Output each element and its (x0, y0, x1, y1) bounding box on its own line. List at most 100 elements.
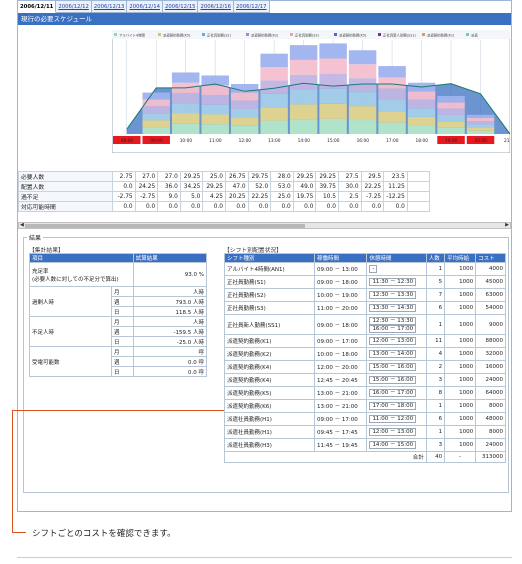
staff-band (407, 99, 436, 109)
staffing-chart-svg: アルバイト4時間 派遣契約勤務(K5) 正社員勤務(S2) 派遣契約勤務(K2) 正社員… (112, 30, 510, 153)
shift-name: 派遣契約勤務(K2) (224, 347, 315, 361)
x-tick-label: 17:00 (386, 138, 399, 144)
break-time-box[interactable]: 13:30 － 14:30 (369, 304, 417, 312)
staff-count: 8 (425, 386, 446, 400)
staff-band (230, 109, 259, 118)
break-hours: 13:30 － 14:30 (366, 301, 427, 315)
excess-value: 人時 (132, 286, 208, 297)
break-time-box[interactable]: 12:30 － 13:30 (369, 291, 417, 299)
work-hours: 09:00 － 18:00 (313, 275, 368, 289)
staff-band (289, 104, 318, 120)
summary-cell: 0.0 (179, 201, 204, 212)
break-time-box[interactable]: 12:00 － 13:00 (369, 428, 417, 436)
summary-cell: 29.25 (202, 181, 226, 192)
work-hours: 10:00 － 19:00 (313, 288, 368, 302)
staff-band (230, 125, 259, 134)
tab-date[interactable]: 2006/12/13 (91, 1, 128, 13)
staff-band (466, 114, 495, 118)
staff-count: 7 (425, 288, 446, 302)
break-time-box[interactable]: 11:30 － 12:30 (369, 278, 417, 286)
break-time-box[interactable]: 12:30 － 13:30 (369, 316, 417, 325)
work-hours: 09:00 － 17:00 (313, 334, 368, 348)
cost-value: 63000 (475, 288, 506, 302)
shift-row: 派遣契約勤務(K1) 09:00 － 17:00 12:00 － 13:00 11 10… (224, 334, 506, 348)
summary-cell: 27.0 (134, 171, 159, 182)
break-time-box[interactable]: - (369, 265, 378, 273)
shift-name: 正社員勤務(S2) (224, 288, 315, 302)
cost-value: 88000 (475, 334, 506, 348)
staff-band (201, 104, 229, 115)
break-time-box[interactable]: 16:00 － 17:00 (369, 389, 417, 397)
staff-count: 11 (425, 334, 446, 348)
shift-total-row: 合計 40-313000 (224, 451, 506, 463)
break-hours: 16:00 － 17:00 (366, 386, 427, 400)
summary-cell: 29.25 (292, 171, 317, 182)
summary-cell: -2.75 (112, 191, 136, 202)
staff-band (466, 130, 495, 134)
callout-line-vertical (12, 410, 13, 532)
excess-row: 過剰人時月人時 (29, 286, 208, 317)
legend-entry: 派遣契約勤務(K1) (427, 33, 455, 38)
scroll-right-icon[interactable]: ▶ (505, 222, 509, 228)
staff-band (201, 114, 229, 125)
work-hours: 13:00 － 21:00 (313, 399, 368, 413)
break-time-box[interactable]: 17:00 － 18:00 (369, 402, 417, 410)
break-time-box[interactable]: 12:00 － 13:00 (369, 337, 417, 345)
calc-header-item: 項目 (29, 253, 134, 263)
tab-date[interactable]: 2006/12/14 (127, 1, 163, 13)
staff-band (466, 124, 495, 128)
summary-cell: 47.0 (224, 181, 249, 192)
staff-band (348, 120, 377, 134)
break-hours: - (366, 262, 427, 276)
callout-line-end (12, 532, 26, 533)
shift-name: 派遣契約勤務(K4) (224, 360, 315, 374)
staff-band (142, 127, 170, 134)
break-time-box[interactable]: 15:00 － 16:00 (369, 363, 417, 371)
shortage-row: 不足人時月人時 (29, 316, 208, 347)
summary-row: 配置人数 0.0 24.25 36.0 34.25 29.25 47.0 52.0 53.0 49… (18, 181, 431, 192)
shift-header-row: シフト種別 稼働時間 休憩時間 人数 平均時給 コスト (224, 253, 506, 263)
shortage-value: -159.5 人時 (132, 326, 208, 337)
break-time-box[interactable]: 15:00 － 16:00 (369, 376, 417, 384)
summary-cell: -12.25 (383, 191, 408, 202)
period-cell: 月 (111, 286, 134, 297)
avg-wage: 1000 (444, 412, 477, 426)
shift-row: 正社員勤務(S2) 10:00 － 19:00 12:30 － 13:30 7 1000… (224, 288, 506, 302)
summary-cell: 2.75 (112, 171, 136, 182)
scroll-left-icon[interactable]: ◀ (20, 222, 24, 228)
summary-cell: -2.75 (134, 191, 159, 202)
summary-cell: 29.25 (315, 171, 339, 182)
staff-band (289, 45, 318, 60)
x-tick-label: 20:00 (475, 138, 488, 144)
break-time-box[interactable]: 11:00 － 12:00 (369, 415, 417, 423)
total-count: 40 (425, 451, 446, 463)
legend-entry: 派遣 (471, 33, 478, 38)
staff-band (142, 106, 170, 114)
staff-band (348, 92, 377, 107)
x-tick-label: 19:00 (445, 138, 458, 144)
tab-date[interactable]: 2006/12/15 (162, 1, 199, 13)
period-cell: 週 (111, 356, 134, 367)
tab-date[interactable]: 2006/12/12 (56, 1, 92, 13)
break-time-box[interactable]: 14:00 － 15:00 (369, 441, 417, 449)
break-time-box[interactable]: 13:00 － 14:00 (369, 350, 417, 358)
tab-date[interactable]: 2006/12/17 (234, 1, 270, 13)
staff-band (201, 94, 229, 105)
x-tick-label: 21:00 (504, 138, 510, 144)
x-tick-label: 12:00 (239, 138, 252, 144)
staff-band (466, 117, 495, 122)
staff-band (437, 127, 465, 134)
summary-cell: 0.0 (112, 181, 136, 192)
break-time-box[interactable]: 16:00 － 17:00 (369, 324, 417, 333)
scrollbar-thumb[interactable] (25, 224, 305, 228)
total-cost: 313000 (475, 451, 506, 463)
tab-date[interactable]: 2006/12/11 (18, 1, 57, 13)
tab-date[interactable]: 2006/12/16 (198, 1, 235, 13)
shift-name: 派遣社員勤務(H1) (224, 412, 315, 426)
horizontal-scrollbar[interactable]: ◀ ▶ (18, 222, 511, 229)
summary-cell: 0.0 (337, 201, 362, 212)
shift-row: 派遣契約勤務(K2) 10:00 － 18:00 13:00 － 14:00 4 100… (224, 347, 506, 361)
summary-cell: 0.0 (383, 201, 408, 212)
shift-row: 派遣契約勤務(K4) 12:45 － 20:45 15:00 － 16:00 3 100… (224, 373, 506, 387)
legend-entry: アルバイト4時間 (119, 33, 145, 38)
